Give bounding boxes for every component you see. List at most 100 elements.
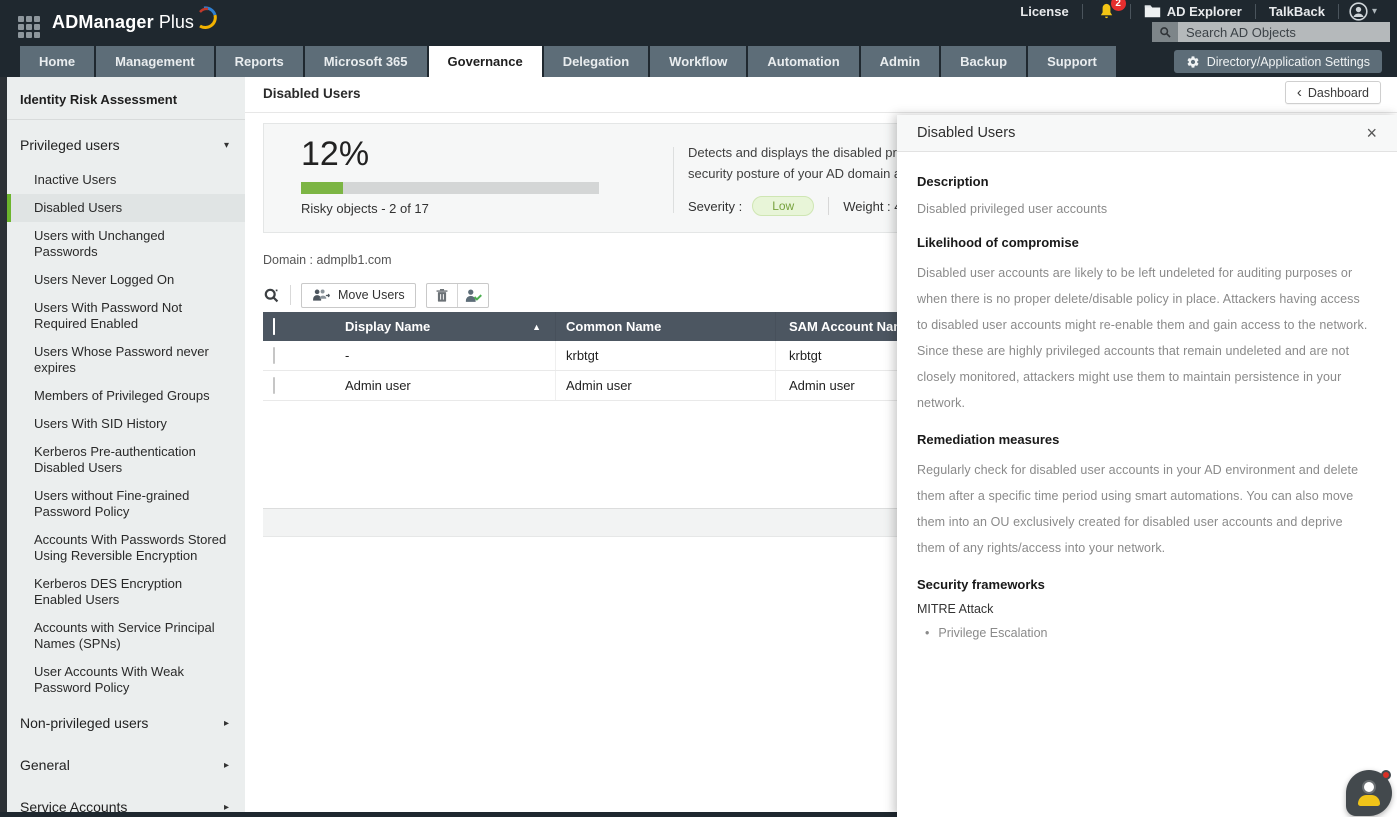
sidebar-item-sid-history[interactable]: Users With SID History	[7, 410, 245, 438]
sidebar-item-disabled-users[interactable]: Disabled Users	[7, 194, 245, 222]
column-header-common-name[interactable]: Common Name	[556, 312, 776, 341]
tab-admin[interactable]: Admin	[860, 46, 940, 77]
tab-home[interactable]: Home	[20, 46, 95, 77]
sidebar-item-kerberos-preauth-disabled[interactable]: Kerberos Pre-authentication Disabled Use…	[7, 438, 245, 482]
license-link[interactable]: License	[1007, 4, 1081, 19]
nav-tabs: Home Management Reports Microsoft 365 Go…	[20, 46, 1116, 77]
app-logo: ADManager Plus	[52, 5, 218, 33]
nav-bar: Home Management Reports Microsoft 365 Go…	[0, 45, 1397, 77]
column-search-button[interactable]	[263, 287, 280, 304]
sidebar-title: Identity Risk Assessment	[20, 92, 178, 107]
bullet-icon: •	[925, 626, 930, 640]
assistant-icon	[1362, 780, 1376, 794]
tab-delegation[interactable]: Delegation	[543, 46, 649, 77]
weight-label: Weight : 4	[843, 198, 902, 214]
risky-objects-label: Risky objects - 2 of 17	[301, 201, 429, 216]
search-input[interactable]	[1178, 22, 1390, 42]
tab-reports[interactable]: Reports	[215, 46, 303, 77]
directory-application-settings-button[interactable]: Directory/Application Settings	[1173, 50, 1382, 73]
framework-name: MITRE Attack	[917, 602, 994, 616]
severity-badge: Low	[752, 196, 815, 216]
search-icon	[1159, 26, 1171, 38]
sidebar-item-password-never-expires[interactable]: Users Whose Password never expires	[7, 338, 245, 382]
domain-label: Domain : admplb1.com	[263, 253, 392, 267]
sort-asc-icon[interactable]: ▲	[532, 322, 541, 332]
severity-label: Severity :	[688, 198, 743, 214]
logo-swoosh-icon	[198, 5, 217, 29]
row-actions-group	[425, 282, 489, 308]
delete-users-button[interactable]	[427, 284, 457, 307]
chevron-left-icon: ‹	[1296, 84, 1302, 101]
sidebar-collapse-strip[interactable]	[0, 77, 7, 812]
close-icon[interactable]: ×	[1366, 124, 1377, 142]
sidebar: Identity Risk Assessment Privileged user…	[0, 77, 245, 812]
sidebar-item-fine-grained-policy[interactable]: Users without Fine-grained Password Poli…	[7, 482, 245, 526]
sidebar-item-never-logged-on[interactable]: Users Never Logged On	[7, 266, 245, 294]
folder-icon	[1144, 5, 1160, 18]
ad-explorer-link[interactable]: AD Explorer	[1131, 4, 1255, 19]
sidebar-item-unchanged-passwords[interactable]: Users with Unchanged Passwords	[7, 222, 245, 266]
caret-right-icon: ▸	[223, 759, 229, 771]
cell-common-name: krbtgt	[556, 341, 776, 370]
search-scope-button[interactable]	[1152, 22, 1178, 42]
risk-percent: 12%	[301, 135, 370, 173]
severity-row: Severity : Low Weight : 4	[688, 196, 902, 216]
sidebar-item-spns[interactable]: Accounts with Service Principal Names (S…	[7, 614, 245, 658]
gear-icon	[1187, 55, 1199, 68]
caret-right-icon: ▸	[223, 717, 229, 729]
user-avatar-icon	[1349, 1, 1368, 21]
section-body-description: Disabled privileged user accounts	[917, 202, 1108, 216]
sidebar-item-password-not-required[interactable]: Users With Password Not Required Enabled	[7, 294, 245, 338]
tab-governance[interactable]: Governance	[428, 46, 542, 77]
column-header-display-name[interactable]: Display Name ▲	[321, 312, 556, 341]
user-menu-button[interactable]: ▾	[1339, 1, 1387, 21]
tab-workflow[interactable]: Workflow	[650, 46, 747, 77]
tab-management[interactable]: Management	[96, 46, 214, 77]
sidebar-group-general[interactable]: General ▸	[7, 744, 245, 786]
panel-header: Disabled Users ×	[897, 115, 1397, 152]
panel-body: Description Disabled privileged user acc…	[897, 152, 1397, 640]
apps-grid-icon[interactable]	[18, 16, 40, 38]
tab-automation[interactable]: Automation	[748, 46, 859, 77]
dashboard-button[interactable]: ‹ Dashboard	[1284, 81, 1381, 104]
sidebar-item-members-privileged-groups[interactable]: Members of Privileged Groups	[7, 382, 245, 410]
sidebar-item-kerberos-des[interactable]: Kerberos DES Encryption Enabled Users	[7, 570, 245, 614]
caret-down-icon: ▾	[223, 139, 229, 151]
table-toolbar: Move Users	[263, 281, 489, 309]
sidebar-item-inactive-users[interactable]: Inactive Users	[7, 166, 245, 194]
sidebar-group-privileged-users[interactable]: Privileged users ▾	[7, 124, 245, 166]
section-heading-frameworks: Security frameworks	[917, 577, 1045, 592]
section-body-likelihood: Disabled user accounts are likely to be …	[917, 266, 1368, 410]
risk-description: Detects and displays the disabled privil…	[688, 145, 913, 181]
page-title: Disabled Users	[263, 86, 361, 101]
cell-display-name: Admin user	[321, 371, 556, 400]
section-heading-description: Description	[917, 174, 989, 189]
select-all-checkbox[interactable]	[273, 318, 275, 335]
move-users-button[interactable]: Move Users	[301, 282, 416, 308]
enable-users-button[interactable]	[458, 284, 488, 307]
talkback-link[interactable]: TalkBack	[1256, 4, 1338, 19]
tab-backup[interactable]: Backup	[941, 46, 1027, 77]
sidebar-item-weak-password-policy[interactable]: User Accounts With Weak Password Policy	[7, 658, 245, 702]
detail-panel: Disabled Users × Description Disabled pr…	[897, 115, 1397, 817]
notifications-button[interactable]: 2	[1083, 0, 1130, 20]
brand-name: ADManager	[52, 12, 154, 32]
notification-count-badge: 2	[1110, 0, 1126, 11]
risk-progress-bar	[301, 182, 599, 194]
sidebar-group-non-privileged-users[interactable]: Non-privileged users ▸	[7, 702, 245, 744]
tab-support[interactable]: Support	[1028, 46, 1116, 77]
sidebar-item-reversible-encryption[interactable]: Accounts With Passwords Stored Using Rev…	[7, 526, 245, 570]
section-heading-likelihood: Likelihood of compromise	[917, 235, 1079, 250]
row-checkbox[interactable]	[273, 377, 275, 394]
brand-suffix: Plus	[158, 12, 194, 32]
topbar-links: License 2 AD Explorer TalkBack ▾	[1007, 0, 1387, 22]
trash-icon	[436, 288, 448, 302]
caret-right-icon: ▸	[223, 801, 229, 813]
panel-title: Disabled Users	[917, 125, 1016, 141]
chat-assistant-button[interactable]	[1346, 770, 1392, 816]
sidebar-group-service-accounts[interactable]: Service Accounts ▸	[7, 786, 245, 812]
tab-microsoft-365[interactable]: Microsoft 365	[304, 46, 427, 77]
caret-down-icon: ▾	[1371, 5, 1377, 17]
user-check-icon	[465, 289, 482, 302]
row-checkbox[interactable]	[273, 347, 275, 364]
